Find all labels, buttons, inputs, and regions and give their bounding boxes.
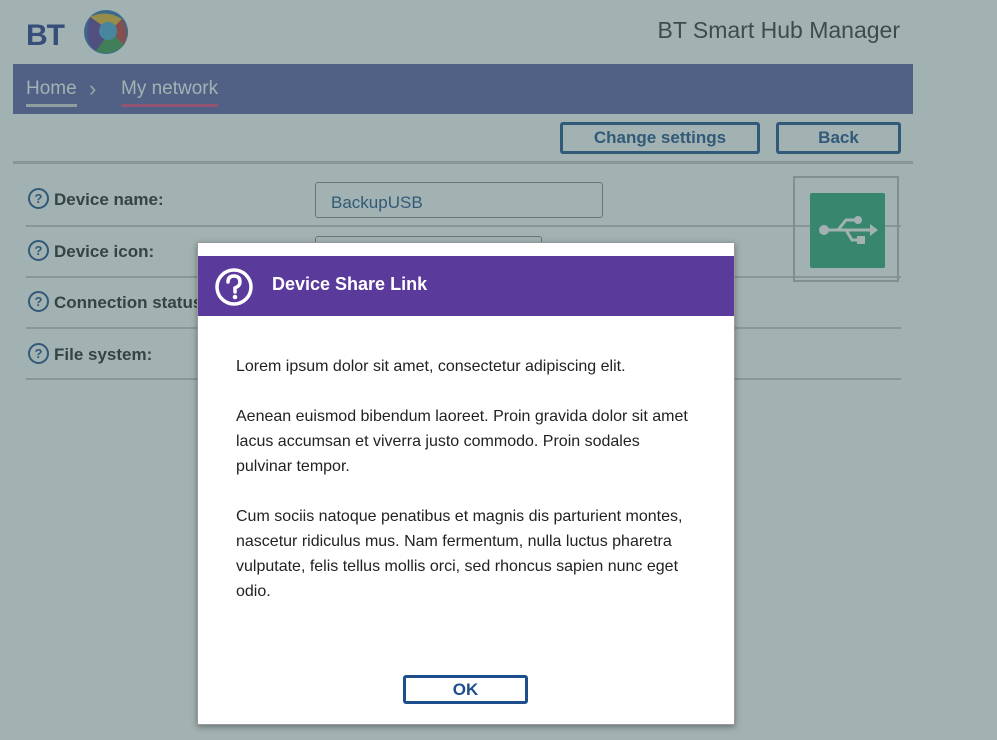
dialog-title: Device Share Link: [272, 274, 428, 294]
dialog-body: Lorem ipsum dolor sit amet, consectetur …: [236, 354, 696, 629]
dialog-paragraph: Cum sociis natoque penatibus et magnis d…: [236, 508, 683, 600]
dialog-paragraph: Lorem ipsum dolor sit amet, consectetur …: [236, 358, 626, 375]
dialog-paragraph: Aenean euismod bibendum laoreet. Proin g…: [236, 408, 688, 475]
question-circle-icon: [215, 268, 253, 306]
ok-button[interactable]: OK: [403, 675, 528, 704]
device-share-link-dialog: Device Share Link Lorem ipsum dolor sit …: [197, 242, 735, 725]
page: BT BT Smart Hub Manager Home › My networ…: [0, 0, 997, 740]
dialog-header: Device Share Link: [198, 256, 734, 316]
